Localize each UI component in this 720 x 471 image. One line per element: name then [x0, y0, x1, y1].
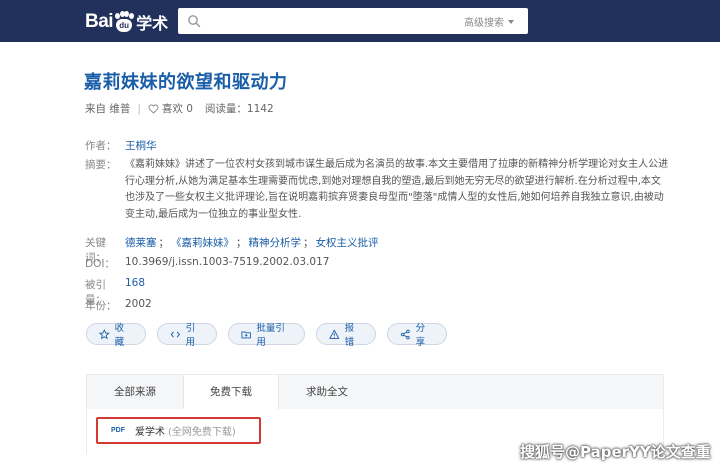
year-row: 年份： 2002: [85, 298, 152, 313]
top-bar: Bai du 学术 高级搜索: [0, 0, 720, 42]
advanced-search-label: 高级搜索: [464, 18, 504, 29]
read-count: 阅读量：1142: [204, 103, 274, 115]
logo-text: Bai: [85, 11, 114, 32]
source-tabs: 全部来源 免费下载 求助全文: [87, 375, 663, 409]
tab-request-fulltext[interactable]: 求助全文: [279, 375, 375, 409]
paw-icon: du: [114, 11, 135, 33]
abstract-label: 摘要：: [85, 159, 117, 171]
author-row: 作者： 王桐华: [85, 138, 157, 153]
advanced-search-dropdown[interactable]: 高级搜索: [464, 14, 514, 29]
abstract-text: 《嘉莉妹妹》讲述了一位农村女孩到城市谋生最后成为名演员的故事.本文主要借用了拉康…: [125, 159, 669, 220]
doi-value: 10.3969/j.issn.1003-7519.2002.03.017: [125, 256, 330, 268]
warning-icon: [329, 328, 340, 339]
star-icon: [99, 328, 110, 339]
meta-divider: |: [137, 102, 141, 115]
action-buttons: 收藏 引用 批量引用 报错 分享: [86, 323, 458, 348]
source-item[interactable]: PDF 爱学术 (全网免费下载): [96, 417, 261, 444]
tab-free-download[interactable]: 免费下载: [183, 375, 279, 409]
logo-paw-text: du: [116, 19, 133, 32]
share-label: 分享: [415, 323, 426, 348]
search-icon[interactable]: [187, 14, 201, 28]
report-error-label: 报错: [344, 323, 355, 348]
share-button[interactable]: 分享: [387, 323, 447, 348]
tab-all-sources[interactable]: 全部来源: [87, 375, 183, 409]
baidu-scholar-logo[interactable]: Bai du 学术: [85, 9, 168, 35]
favorite-label: 收藏: [114, 323, 125, 348]
doi-label: DOI：: [85, 258, 115, 270]
share-icon: [400, 329, 410, 339]
logo-product: 学术: [136, 14, 169, 33]
search-box[interactable]: 高级搜索: [178, 8, 528, 34]
report-error-button[interactable]: 报错: [316, 323, 376, 348]
author-label: 作者：: [85, 140, 117, 152]
year-value: 2002: [125, 298, 152, 310]
paper-meta: 来自 维普 | 喜欢 0 阅读量：1142: [85, 101, 274, 116]
cite-button[interactable]: 引用: [157, 323, 217, 348]
favorite-button[interactable]: 收藏: [86, 323, 146, 348]
batch-cite-button[interactable]: 批量引用: [228, 323, 305, 348]
paper-source: 来自 维普: [85, 103, 131, 115]
year-label: 年份：: [85, 300, 117, 312]
like-count[interactable]: 喜欢 0: [162, 101, 193, 116]
caret-down-icon: [508, 19, 514, 24]
source-note: (全网免费下载): [168, 427, 236, 438]
doi-row: DOI： 10.3969/j.issn.1003-7519.2002.03.01…: [85, 256, 329, 271]
search-input[interactable]: [210, 11, 430, 31]
source-name: 爱学术: [135, 427, 165, 438]
batch-cite-label: 批量引用: [256, 323, 285, 348]
author-link[interactable]: 王桐华: [125, 138, 157, 153]
folder-icon: [241, 330, 251, 338]
heart-icon[interactable]: [148, 104, 159, 114]
code-icon: [170, 331, 180, 337]
pdf-badge: PDF: [111, 427, 125, 434]
cite-label: 引用: [185, 323, 196, 348]
paper-title[interactable]: 嘉莉妹妹的欲望和驱动力: [84, 68, 288, 94]
watermark: 搜狐号@PaperYY论文查重: [520, 443, 711, 461]
